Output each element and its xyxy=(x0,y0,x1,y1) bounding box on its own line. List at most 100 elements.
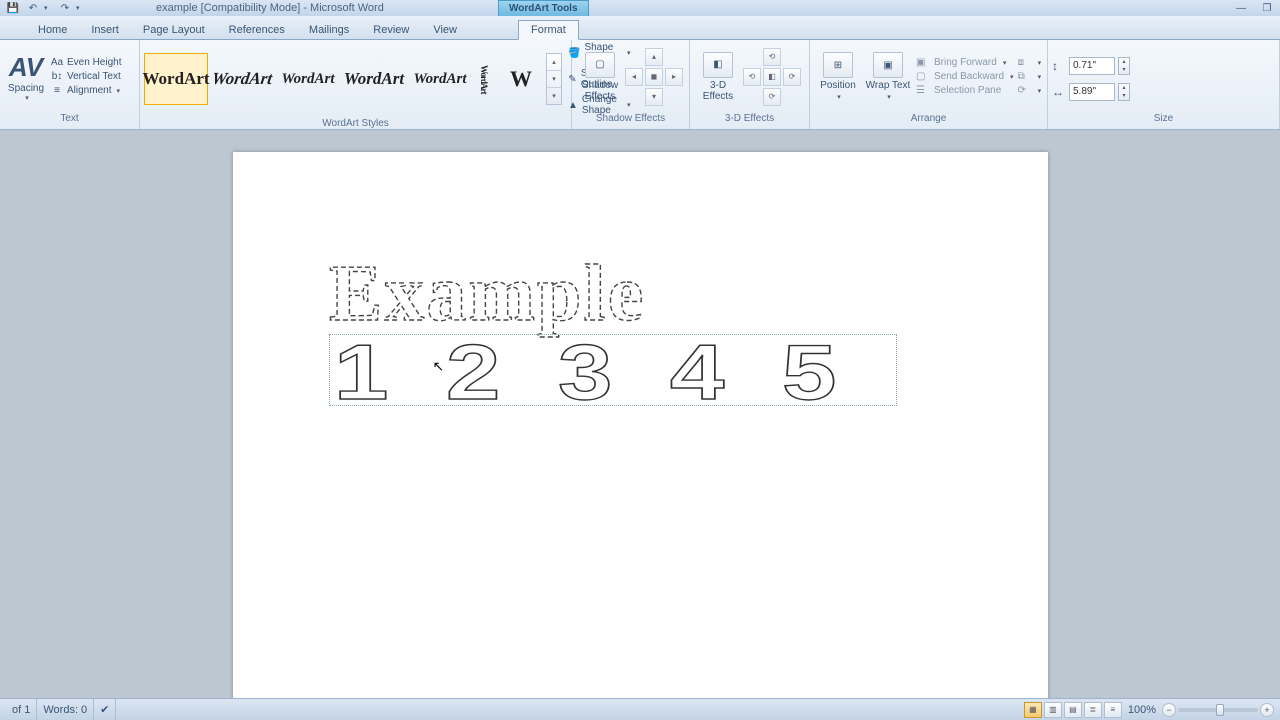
word-count[interactable]: Words: 0 xyxy=(37,699,94,720)
height-input[interactable]: 0.71" xyxy=(1069,57,1115,75)
alignment-button[interactable]: ≡Alignment▾ xyxy=(50,85,121,96)
nudge-up-button[interactable]: ▴ xyxy=(645,48,663,66)
style-thumb-3[interactable]: WordArt xyxy=(276,53,340,105)
selection-pane-icon: ☰ xyxy=(916,85,930,96)
width-spinner[interactable]: ▴▾ xyxy=(1118,83,1130,101)
position-button[interactable]: ⊞ Position ▾ xyxy=(814,44,862,110)
tab-insert[interactable]: Insert xyxy=(79,21,131,39)
qat-customize-dropdown[interactable]: ▾ xyxy=(76,4,86,12)
alignment-icon: ≡ xyxy=(50,85,64,96)
align-icon: ⧈ xyxy=(1018,57,1032,68)
proofing-button[interactable]: ✔ xyxy=(94,699,116,720)
group-3d-effects: ◧ 3-D Effects ⟲ ⟲◧⟳ ⟳ 3-D Effects xyxy=(690,40,810,129)
document-area[interactable]: Example 12345 ↖ xyxy=(0,130,1280,698)
group-text: AV Spacing ▾ AaEven Height b↕Vertical Te… xyxy=(0,40,140,129)
page-indicator[interactable]: of 1 xyxy=(6,699,37,720)
shadow-icon: ▢ xyxy=(585,52,615,78)
contextual-tab-label: WordArt Tools xyxy=(498,0,589,16)
undo-icon[interactable]: ↶ xyxy=(24,1,42,15)
selection-pane-button[interactable]: ☰Selection Pane xyxy=(916,85,1014,96)
vertical-text-icon: b↕ xyxy=(50,71,64,82)
width-input[interactable]: 5.89" xyxy=(1069,83,1115,101)
group-label-arrange: Arrange xyxy=(810,113,1047,129)
chevron-down-icon: ▾ xyxy=(25,94,29,102)
tab-mailings[interactable]: Mailings xyxy=(297,21,361,39)
group-icon: ⧉ xyxy=(1018,71,1032,82)
tab-references[interactable]: References xyxy=(217,21,297,39)
position-icon: ⊞ xyxy=(823,52,853,78)
group-label-shadow: Shadow Effects xyxy=(572,113,689,129)
shadow-effects-button[interactable]: ▢ Shadow Effects xyxy=(576,44,624,110)
save-icon[interactable]: 💾 xyxy=(4,1,22,15)
tab-view[interactable]: View xyxy=(421,21,469,39)
even-height-button[interactable]: AaEven Height xyxy=(50,57,121,68)
shadow-toggle-button[interactable]: ◼ xyxy=(645,68,663,86)
tab-review[interactable]: Review xyxy=(361,21,421,39)
cube-icon: ◧ xyxy=(703,52,733,78)
nudge-left-button[interactable]: ◂ xyxy=(625,68,643,86)
tilt-up-button[interactable]: ⟲ xyxy=(763,48,781,66)
wrap-text-icon: ▣ xyxy=(873,52,903,78)
height-icon: ↕ xyxy=(1052,59,1066,73)
tilt-right-button[interactable]: ⟳ xyxy=(783,68,801,86)
group-button[interactable]: ⧉▾ xyxy=(1018,71,1042,82)
full-screen-view-button[interactable]: ▥ xyxy=(1044,702,1062,718)
vertical-text-button[interactable]: b↕Vertical Text xyxy=(50,71,121,82)
draft-view-button[interactable]: ≡ xyxy=(1104,702,1122,718)
zoom-out-button[interactable]: − xyxy=(1162,703,1176,717)
tab-page-layout[interactable]: Page Layout xyxy=(131,21,217,39)
minimize-icon[interactable]: — xyxy=(1232,2,1250,14)
gallery-more-button[interactable]: ▴▾▾ xyxy=(546,53,562,105)
shadow-nudge-pad: ▴ ◂◼▸ ▾ xyxy=(624,47,684,107)
chevron-down-icon: ▾ xyxy=(116,87,120,95)
rotate-button[interactable]: ⟳▾ xyxy=(1018,85,1042,96)
style-thumb-1[interactable]: WordArt xyxy=(144,53,208,105)
style-thumb-5[interactable]: WordArt xyxy=(408,53,472,105)
height-spinner[interactable]: ▴▾ xyxy=(1118,57,1130,75)
web-layout-view-button[interactable]: ▤ xyxy=(1064,702,1082,718)
zoom-in-button[interactable]: + xyxy=(1260,703,1274,717)
title-bar: 💾 ↶ ▾ ↷ ▾ example [Compatibility Mode] -… xyxy=(0,0,1280,16)
3d-tilt-pad: ⟲ ⟲◧⟳ ⟳ xyxy=(742,47,802,107)
bring-forward-icon: ▣ xyxy=(916,57,930,68)
chevron-down-icon: ▾ xyxy=(887,93,891,101)
style-thumb-6[interactable]: WordArt xyxy=(474,53,494,105)
even-height-icon: Aa xyxy=(50,57,64,68)
group-label-styles: WordArt Styles xyxy=(140,118,571,129)
bring-forward-button[interactable]: ▣Bring Forward▾ xyxy=(916,57,1014,68)
wordart-style-gallery: WordArt WordArt WordArt WordArt WordArt … xyxy=(144,46,562,112)
print-layout-view-button[interactable]: ▦ xyxy=(1024,702,1042,718)
tilt-down-button[interactable]: ⟳ xyxy=(763,88,781,106)
3d-effects-button[interactable]: ◧ 3-D Effects xyxy=(694,44,742,110)
send-backward-button[interactable]: ▢Send Backward▾ xyxy=(916,71,1014,82)
wrap-text-button[interactable]: ▣ Wrap Text ▾ xyxy=(864,44,912,110)
3d-toggle-button[interactable]: ◧ xyxy=(763,68,781,86)
wordart-12345-selected[interactable]: 12345 xyxy=(329,334,897,406)
zoom-level[interactable]: 100% xyxy=(1128,704,1156,716)
outline-view-button[interactable]: ≣ xyxy=(1084,702,1102,718)
zoom-slider-thumb[interactable] xyxy=(1216,704,1224,716)
style-thumb-4[interactable]: WordArt xyxy=(342,53,406,105)
nudge-down-button[interactable]: ▾ xyxy=(645,88,663,106)
restore-icon[interactable]: ❐ xyxy=(1258,2,1276,14)
send-backward-icon: ▢ xyxy=(916,71,930,82)
style-thumb-7[interactable]: W xyxy=(496,53,544,105)
spacing-button[interactable]: AV Spacing ▾ xyxy=(4,44,48,110)
align-button[interactable]: ⧈▾ xyxy=(1018,57,1042,68)
group-label-size: Size xyxy=(1048,113,1279,129)
document-page[interactable]: Example 12345 ↖ xyxy=(233,152,1048,698)
style-thumb-2[interactable]: WordArt xyxy=(206,53,277,105)
tab-format[interactable]: Format xyxy=(518,20,579,40)
group-size: ↕ 0.71" ▴▾ ↔ 5.89" ▴▾ Size xyxy=(1048,40,1280,129)
ribbon-tabs: Home Insert Page Layout References Maili… xyxy=(0,16,1280,40)
svg-text:Example: Example xyxy=(329,250,645,338)
tilt-left-button[interactable]: ⟲ xyxy=(743,68,761,86)
tab-home[interactable]: Home xyxy=(26,21,79,39)
width-icon: ↔ xyxy=(1052,85,1066,99)
zoom-slider[interactable] xyxy=(1178,708,1258,712)
redo-icon[interactable]: ↷ xyxy=(56,1,74,15)
nudge-right-button[interactable]: ▸ xyxy=(665,68,683,86)
svg-text:12345: 12345 xyxy=(334,335,894,407)
ribbon: AV Spacing ▾ AaEven Height b↕Vertical Te… xyxy=(0,40,1280,130)
undo-dropdown[interactable]: ▾ xyxy=(44,4,54,12)
